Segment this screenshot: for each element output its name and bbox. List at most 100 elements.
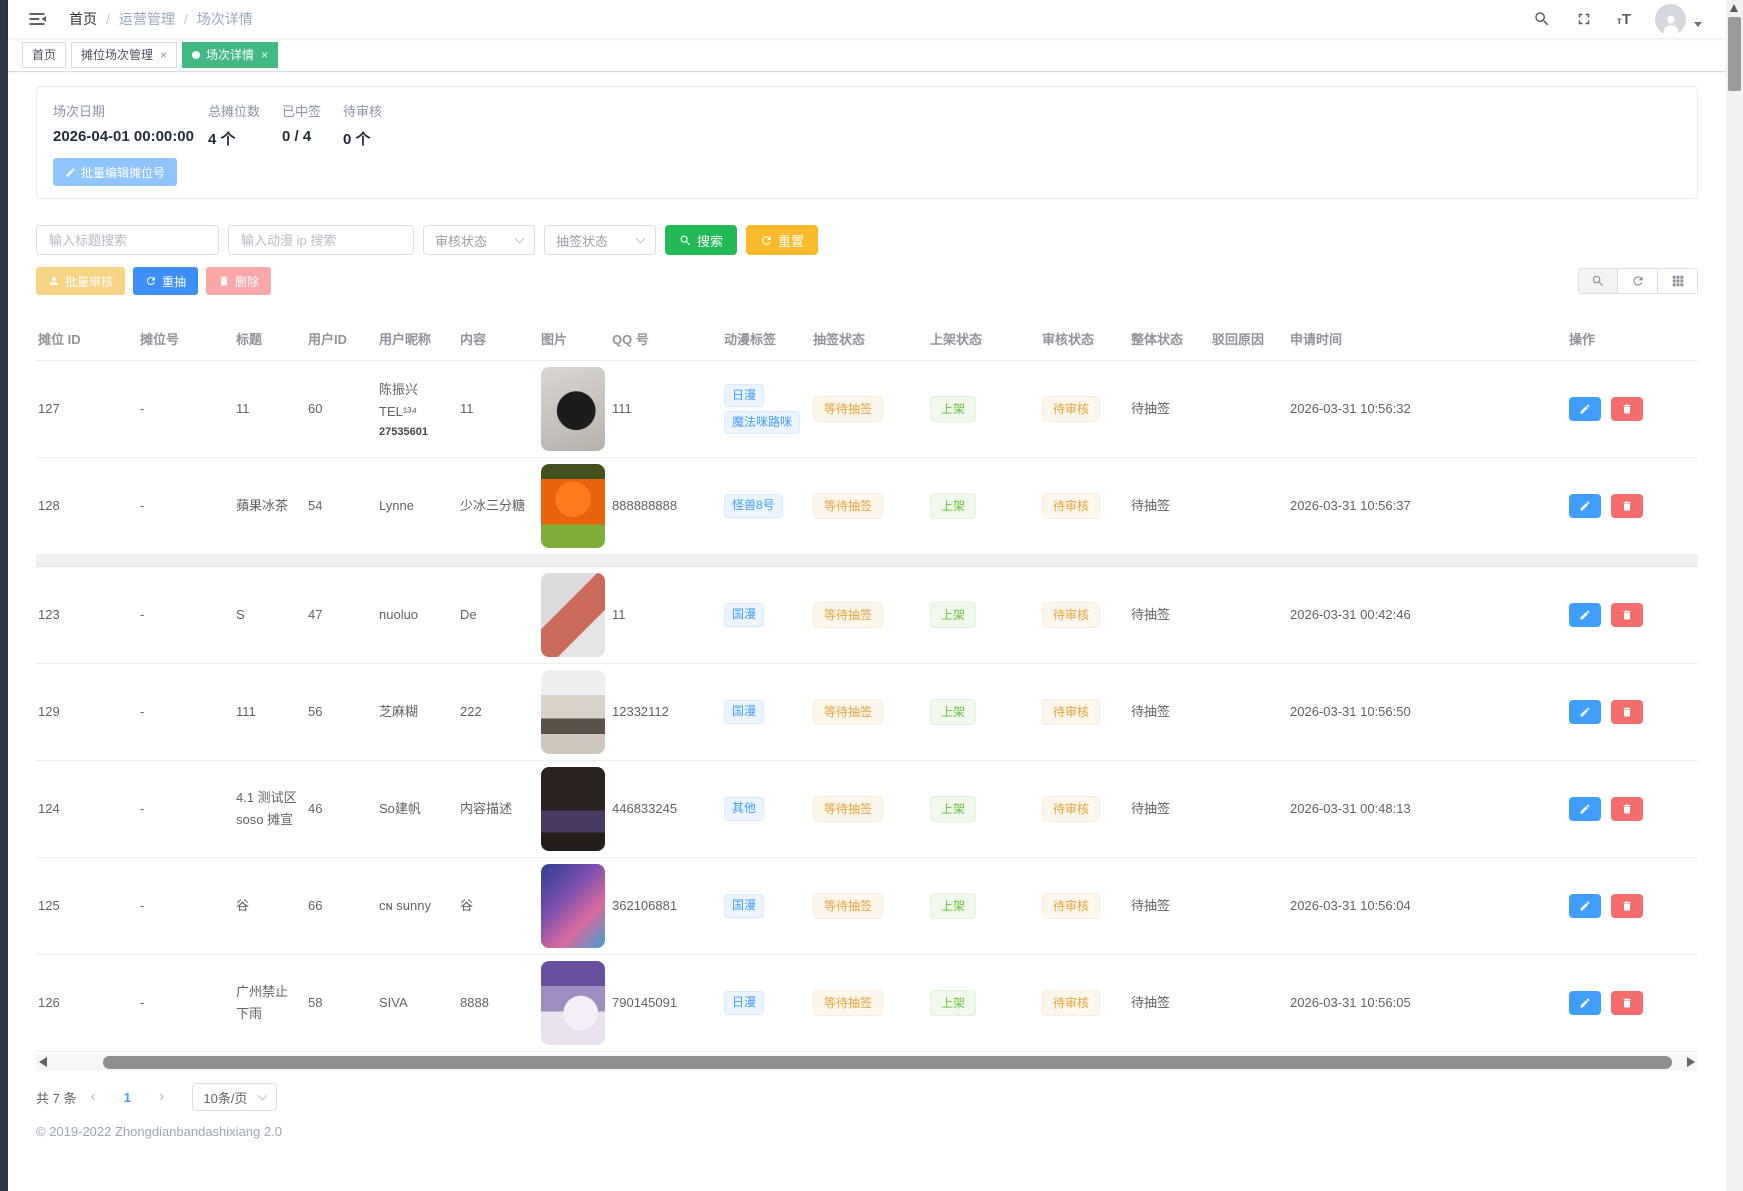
delete-row-button[interactable] [1611, 397, 1643, 421]
colorful-scene-photo-thumbnail[interactable] [541, 864, 605, 948]
storefront-photo-thumbnail[interactable] [541, 670, 605, 754]
title-search-input[interactable] [36, 225, 219, 255]
breadcrumb-operations[interactable]: 运营管理 [119, 9, 175, 29]
page-size-select[interactable]: 10条/页 [192, 1083, 277, 1111]
anime-ip-search-input[interactable] [228, 225, 414, 255]
close-icon[interactable]: × [160, 48, 167, 62]
booth-id-cell: 129 [36, 664, 138, 761]
apply-time-cell: 2026-03-31 10:56:32 [1288, 361, 1567, 458]
tab-booth-session-management[interactable]: 摊位场次管理 × [71, 42, 177, 68]
page-number[interactable]: 1 [110, 1090, 145, 1105]
close-icon[interactable]: × [261, 48, 268, 62]
user-menu[interactable] [1655, 4, 1702, 35]
reject-reason-cell [1210, 858, 1288, 955]
avatar[interactable] [1655, 4, 1686, 35]
nickname-cell: SIVA [377, 955, 458, 1052]
scroll-right-arrow-icon[interactable] [1687, 1057, 1695, 1067]
edit-row-button[interactable] [1569, 700, 1601, 724]
orange-character-photo-thumbnail[interactable] [541, 464, 605, 548]
booth-no-cell: - [138, 955, 234, 1052]
lottery-status-badge: 等待抽签 [813, 602, 883, 628]
column-header: QQ 号 [610, 317, 722, 361]
table-search-tool-icon[interactable] [1578, 268, 1618, 294]
overall-status-cell: 待抽签 [1129, 858, 1210, 955]
header-search-icon[interactable] [1533, 10, 1551, 28]
audit-status-badge-cell: 待审核 [1040, 361, 1129, 458]
audit-status-badge-cell: 待审核 [1040, 664, 1129, 761]
edit-row-button[interactable] [1569, 797, 1601, 821]
plush-toy-photo-thumbnail[interactable] [541, 961, 605, 1045]
reject-reason-cell [1210, 664, 1288, 761]
delete-row-button[interactable] [1611, 894, 1643, 918]
image-cell [539, 664, 610, 761]
batch-audit-button[interactable]: 批量审核 [36, 267, 125, 295]
food-photo-thumbnail[interactable] [541, 573, 605, 657]
delete-row-button[interactable] [1611, 700, 1643, 724]
edit-row-button[interactable] [1569, 603, 1601, 627]
shelf-status-badge: 上架 [930, 990, 976, 1016]
apply-time-cell: 2026-03-31 00:42:46 [1288, 567, 1567, 664]
title-cell: S [234, 567, 306, 664]
edit-row-button[interactable] [1569, 397, 1601, 421]
nickname-cell: So建帆 [377, 761, 458, 858]
lottery-status-badge: 等待抽签 [813, 396, 883, 422]
horizontal-scrollbar[interactable] [36, 1054, 1698, 1071]
tab-session-detail[interactable]: 场次详情 × [182, 42, 278, 68]
breadcrumb-current: 场次详情 [197, 9, 253, 29]
edit-row-button[interactable] [1569, 494, 1601, 518]
lottery-status-select[interactable]: 抽签状态 [544, 225, 656, 255]
delete-row-button[interactable] [1611, 603, 1643, 627]
column-settings-grid-icon[interactable] [1658, 268, 1698, 294]
reject-reason-cell [1210, 458, 1288, 555]
anime-tags-cell: 其他 [722, 761, 811, 858]
apply-time-cell: 2026-03-31 10:56:37 [1288, 458, 1567, 555]
fullscreen-icon[interactable] [1575, 10, 1593, 28]
edit-row-button[interactable] [1569, 991, 1601, 1015]
scroll-left-arrow-icon[interactable] [39, 1057, 47, 1067]
delete-row-button[interactable] [1611, 494, 1643, 518]
shelf-status-badge: 上架 [930, 493, 976, 519]
sidebar-toggle-icon[interactable] [28, 10, 49, 28]
user-id-cell: 56 [306, 664, 377, 761]
bulk-delete-button[interactable]: 删除 [206, 267, 271, 295]
vertical-scrollbar[interactable] [1726, 0, 1743, 1191]
batch-edit-booth-number-button[interactable]: 批量编辑摊位号 [53, 158, 177, 186]
prev-page-arrow[interactable]: ‹ [76, 1088, 109, 1106]
table-refresh-tool-icon[interactable] [1618, 268, 1658, 294]
redraw-button[interactable]: 重抽 [133, 267, 198, 295]
user-id-cell: 47 [306, 567, 377, 664]
tab-home[interactable]: 首页 [22, 42, 66, 68]
search-button[interactable]: 搜索 [665, 225, 737, 255]
collapsed-sidebar[interactable] [0, 0, 8, 1191]
audit-status-select[interactable]: 审核状态 [423, 225, 535, 255]
reset-button[interactable]: 重置 [746, 225, 818, 255]
column-header: 申请时间 [1288, 317, 1567, 361]
summary-won-lottery: 已中签 0 / 4 [282, 101, 343, 149]
next-page-arrow[interactable]: › [145, 1088, 178, 1106]
horizontal-scrollbar-thumb[interactable] [103, 1056, 1672, 1069]
font-size-icon[interactable]: тT [1617, 11, 1631, 28]
shelf-status-badge-cell: 上架 [928, 955, 1040, 1052]
content-cell: 谷 [458, 858, 539, 955]
apply-time-cell: 2026-03-31 00:48:13 [1288, 761, 1567, 858]
delete-row-button[interactable] [1611, 797, 1643, 821]
content-cell: 8888 [458, 955, 539, 1052]
apply-time-cell: 2026-03-31 10:56:04 [1288, 858, 1567, 955]
vertical-scrollbar-thumb[interactable] [1728, 17, 1741, 91]
content-cell: 内容描述 [458, 761, 539, 858]
breadcrumb-separator: / [184, 11, 188, 27]
cat-photo-thumbnail[interactable] [541, 367, 605, 451]
dark-booth-photo-thumbnail[interactable] [541, 767, 605, 851]
edit-row-button[interactable] [1569, 894, 1601, 918]
summary-pending-audit: 待审核 0 个 [343, 101, 382, 149]
anime-tags-cell: 日漫魔法咪路咪 [722, 361, 811, 458]
breadcrumb-home[interactable]: 首页 [69, 9, 97, 29]
scroll-up-arrow-icon[interactable] [1730, 4, 1738, 12]
copyright-footer: © 2019-2022 Zhongdianbandashixiang 2.0 [36, 1124, 1698, 1139]
lottery-status-badge: 等待抽签 [813, 990, 883, 1016]
delete-row-button[interactable] [1611, 991, 1643, 1015]
image-cell [539, 361, 610, 458]
user-id-cell: 58 [306, 955, 377, 1052]
lottery-status-badge: 等待抽签 [813, 699, 883, 725]
actions-cell [1567, 567, 1698, 664]
